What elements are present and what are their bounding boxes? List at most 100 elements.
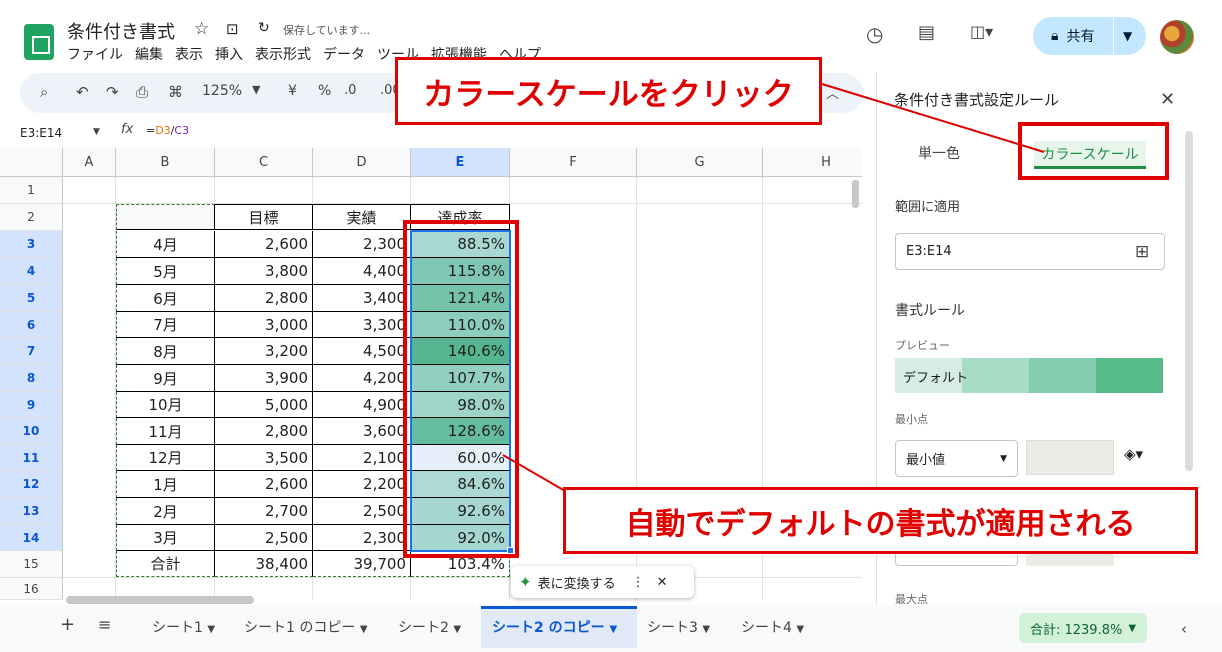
target-cell[interactable]: 3,900 [215, 365, 313, 392]
month-cell[interactable]: 12月 [116, 445, 215, 471]
row-header-2[interactable]: 2 [0, 204, 63, 231]
month-cell[interactable]: 8月 [116, 338, 215, 365]
convert-to-table-chip[interactable]: ✦ 表に変換する ⋮ ✕ [511, 566, 694, 598]
row-header-13[interactable]: 13 [0, 498, 63, 525]
menu-insert[interactable]: 挿入 [215, 44, 243, 64]
target-cell[interactable]: 2,500 [215, 525, 313, 551]
actual-cell[interactable]: 3,300 [313, 312, 411, 338]
chevron-left-icon[interactable]: ‹ [1181, 620, 1187, 638]
month-cell[interactable]: 4月 [116, 231, 215, 258]
total-target-cell[interactable]: 38,400 [215, 551, 313, 577]
horizontal-scrollbar[interactable] [66, 596, 254, 604]
zoom-select[interactable]: 125% [202, 83, 242, 99]
month-cell[interactable]: 2月 [116, 498, 215, 525]
percent-button[interactable]: % [318, 83, 331, 99]
grid-select-icon[interactable]: ⊞ [1135, 242, 1149, 262]
row-header-15[interactable]: 15 [0, 551, 63, 578]
target-cell[interactable]: 3,800 [215, 258, 313, 285]
row-header-5[interactable]: 5 [0, 285, 63, 312]
tab-sheet1-copy[interactable]: シート1 のコピー ▼ [244, 617, 368, 637]
paint-format-icon[interactable]: ⌘ [168, 83, 183, 101]
target-cell[interactable]: 2,600 [215, 231, 313, 258]
target-cell[interactable]: 3,000 [215, 312, 313, 338]
month-cell[interactable]: 11月 [116, 418, 215, 445]
tab-dropdown-icon[interactable]: ▼ [453, 624, 461, 635]
table-header-blank[interactable] [116, 204, 215, 230]
actual-cell[interactable]: 3,400 [313, 285, 411, 312]
row-header-8[interactable]: 8 [0, 365, 63, 392]
month-cell[interactable]: 3月 [116, 525, 215, 551]
all-sheets-icon[interactable]: ≡ [98, 615, 111, 634]
month-cell[interactable]: 5月 [116, 258, 215, 285]
col-header-b[interactable]: B [116, 148, 215, 177]
col-header-f[interactable]: F [510, 148, 637, 177]
tab-dropdown-icon[interactable]: ▼ [796, 624, 804, 635]
target-cell[interactable]: 3,500 [215, 445, 313, 471]
print-icon[interactable]: ⎙ [136, 83, 148, 101]
tab-sheet2-copy[interactable]: シート2 のコピー ▼ [492, 617, 617, 637]
col-header-d[interactable]: D [313, 148, 411, 177]
month-cell[interactable]: 1月 [116, 471, 215, 498]
vertical-scrollbar[interactable] [852, 180, 859, 208]
tab-sheet4[interactable]: シート4 ▼ [741, 617, 804, 637]
table-header-target[interactable]: 目標 [215, 204, 313, 230]
tab-sheet1[interactable]: シート1 ▼ [152, 617, 215, 637]
row-header-3[interactable]: 3 [0, 231, 63, 258]
row-header-1[interactable]: 1 [0, 177, 63, 204]
target-cell[interactable]: 2,800 [215, 285, 313, 312]
target-cell[interactable]: 2,700 [215, 498, 313, 525]
row-header-14[interactable]: 14 [0, 525, 63, 551]
target-cell[interactable]: 5,000 [215, 392, 313, 418]
share-button[interactable]: 🔒︎ 共有 ▼ [1033, 17, 1146, 55]
month-cell[interactable]: 9月 [116, 365, 215, 392]
actual-cell[interactable]: 2,500 [313, 498, 411, 525]
actual-cell[interactable]: 2,300 [313, 525, 411, 551]
tab-single-color[interactable]: 単一色 [918, 143, 960, 163]
decrease-decimal-button[interactable]: .0 [344, 83, 356, 98]
menu-view[interactable]: 表示 [175, 44, 203, 64]
col-header-e[interactable]: E [411, 148, 510, 177]
sheets-logo-icon[interactable] [24, 24, 54, 60]
target-cell[interactable]: 3,200 [215, 338, 313, 365]
sum-indicator[interactable]: 合計: 1239.8% ▼ [1019, 613, 1147, 643]
row-header-12[interactable]: 12 [0, 471, 63, 498]
redo-icon[interactable]: ↷ [106, 83, 119, 101]
tab-dropdown-icon[interactable]: ▼ [207, 624, 215, 635]
close-icon[interactable]: ✕ [1160, 89, 1175, 110]
min-point-select[interactable]: 最小値 ▼ [895, 440, 1018, 477]
tab-dropdown-icon[interactable]: ▼ [610, 624, 618, 635]
add-sheet-icon[interactable]: + [60, 614, 75, 635]
zoom-dropdown-icon[interactable]: ▼ [252, 83, 260, 96]
month-cell[interactable]: 10月 [116, 392, 215, 418]
formula-input[interactable]: =D3/C3 [146, 124, 189, 137]
collapse-toolbar-icon[interactable]: ︿ [826, 83, 839, 102]
star-icon[interactable]: ☆ [194, 19, 209, 39]
document-title[interactable]: 条件付き書式 [67, 18, 175, 44]
tab-dropdown-icon[interactable]: ▼ [702, 624, 710, 635]
min-point-color-input[interactable] [1026, 440, 1114, 475]
panel-scrollbar[interactable] [1185, 131, 1193, 471]
apply-range-input[interactable]: E3:E14 [895, 233, 1165, 270]
convert-to-table-label[interactable]: 表に変換する [538, 573, 616, 592]
col-header-g[interactable]: G [637, 148, 763, 177]
actual-cell[interactable]: 4,200 [313, 365, 411, 392]
avatar[interactable] [1160, 20, 1194, 54]
menu-format[interactable]: 表示形式 [255, 44, 311, 64]
month-cell[interactable]: 6月 [116, 285, 215, 312]
menu-data[interactable]: データ [323, 44, 365, 64]
row-header-6[interactable]: 6 [0, 312, 63, 338]
actual-cell[interactable]: 4,500 [313, 338, 411, 365]
actual-cell[interactable]: 2,200 [313, 471, 411, 498]
menu-edit[interactable]: 編集 [135, 44, 163, 64]
meet-icon[interactable]: ◫▾ [970, 22, 993, 41]
row-header-4[interactable]: 4 [0, 258, 63, 285]
tab-dropdown-icon[interactable]: ▼ [360, 624, 368, 635]
actual-cell[interactable]: 2,100 [313, 445, 411, 471]
col-header-a[interactable]: A [63, 148, 116, 177]
row-header-7[interactable]: 7 [0, 338, 63, 365]
share-dropdown-icon[interactable]: ▼ [1123, 29, 1132, 43]
target-cell[interactable]: 2,800 [215, 418, 313, 445]
fill-color-icon[interactable]: ◈▾ [1124, 445, 1143, 463]
row-header-9[interactable]: 9 [0, 392, 63, 418]
name-box-dropdown-icon[interactable]: ▼ [93, 127, 100, 137]
